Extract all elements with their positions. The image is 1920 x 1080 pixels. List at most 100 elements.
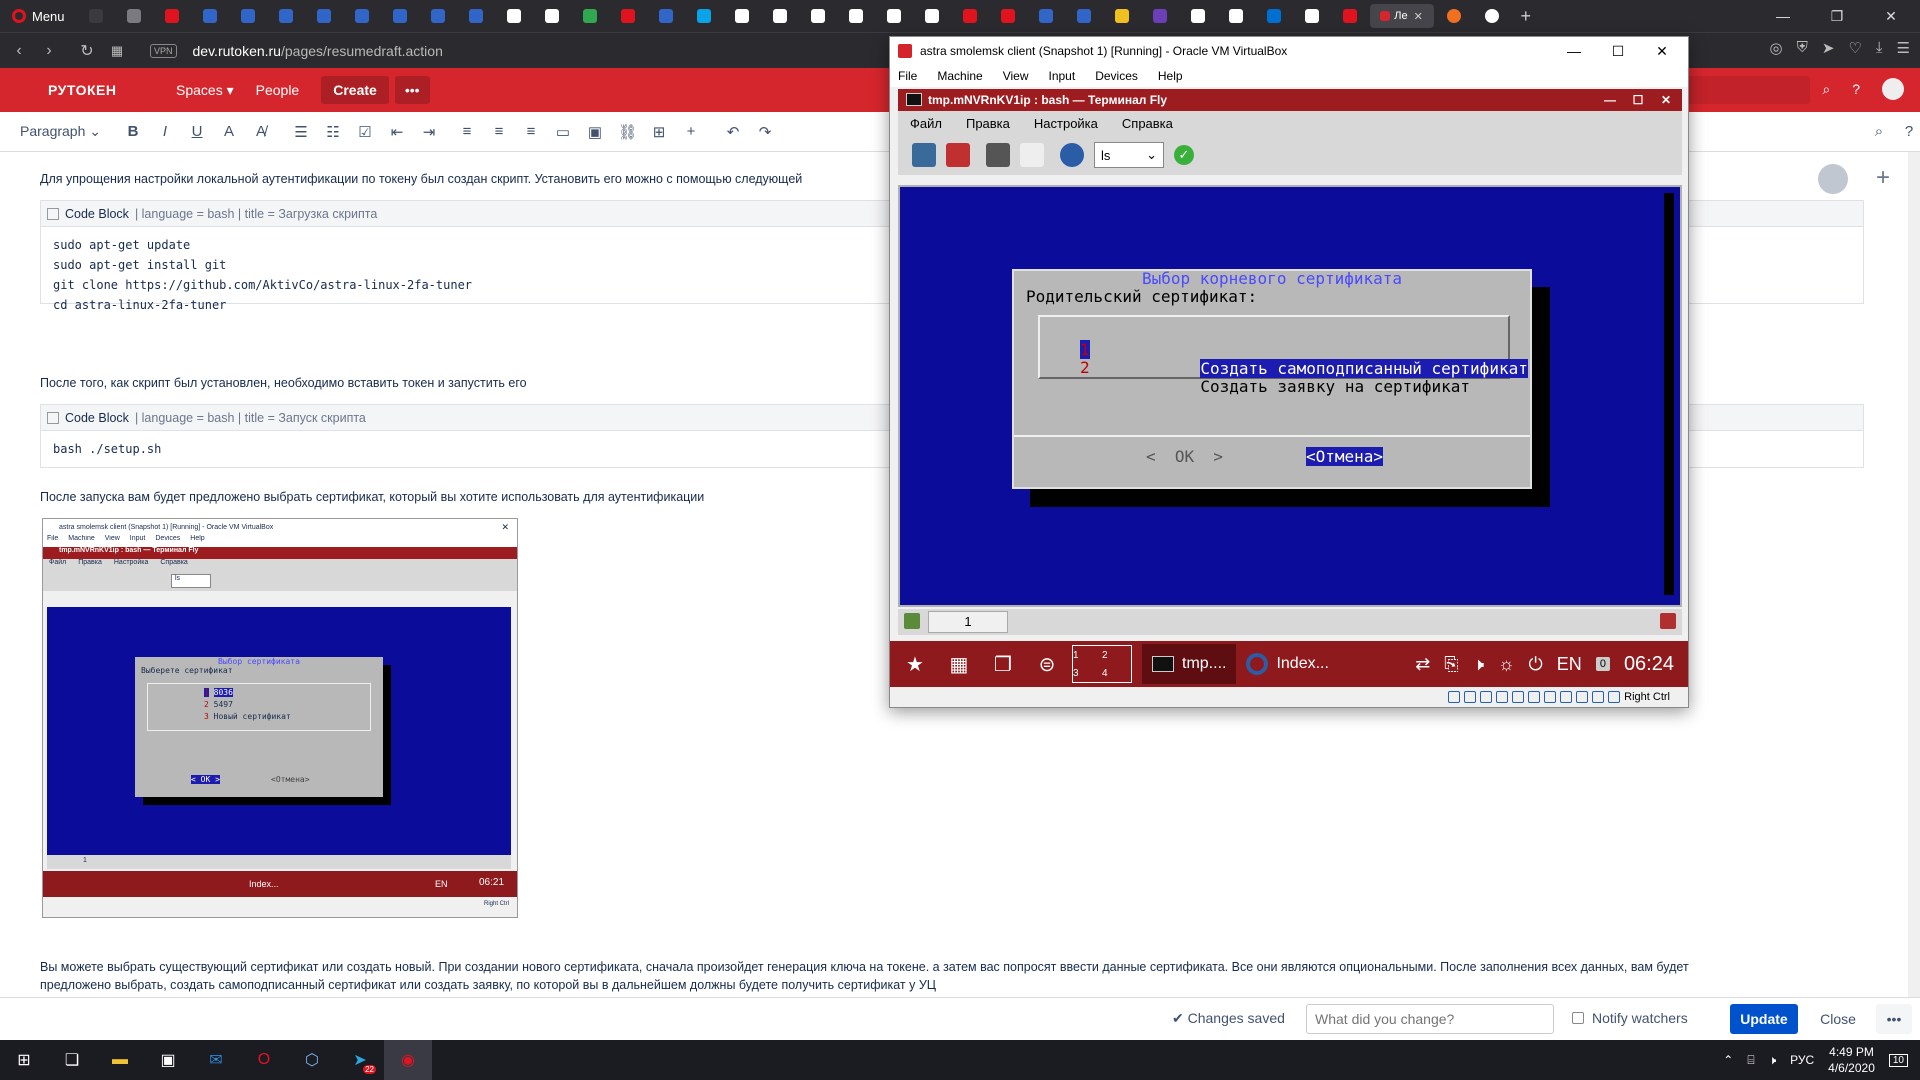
send-icon[interactable]: ➤ bbox=[1822, 39, 1835, 57]
add-collaborator-icon[interactable]: + bbox=[1876, 164, 1890, 192]
terminal-scrollbar[interactable] bbox=[1664, 193, 1674, 595]
browser-tab[interactable] bbox=[838, 4, 874, 28]
vbox-menu-file[interactable]: File bbox=[898, 69, 917, 83]
cpu-icon[interactable] bbox=[1576, 691, 1589, 703]
browser-tab[interactable] bbox=[496, 4, 532, 28]
search-icon[interactable]: ⌕ bbox=[1822, 81, 1830, 98]
dialog-cancel-button[interactable]: <Отмена> bbox=[1306, 447, 1384, 466]
keyboard-capture-icon[interactable] bbox=[1608, 691, 1621, 703]
spaces-menu[interactable]: Spaces ▾ bbox=[176, 82, 234, 99]
optical-drive-icon[interactable] bbox=[1464, 691, 1477, 703]
apps-grid-icon[interactable]: ▦ bbox=[940, 645, 978, 683]
vbox-close-button[interactable]: ✕ bbox=[1640, 37, 1684, 65]
vbox-menu-machine[interactable]: Machine bbox=[937, 69, 982, 83]
desktop-pager[interactable]: 1 2 3 4 bbox=[1072, 645, 1132, 683]
guest-clock[interactable]: 06:24 bbox=[1624, 653, 1674, 676]
vbox-menu-devices[interactable]: Devices bbox=[1095, 69, 1138, 83]
store-icon[interactable]: ▣ bbox=[144, 1040, 192, 1080]
forward-icon[interactable]: › bbox=[34, 42, 64, 60]
task-view-icon[interactable]: ❏ bbox=[48, 1040, 96, 1080]
browser-tab[interactable] bbox=[876, 4, 912, 28]
browser-tab[interactable] bbox=[1294, 4, 1330, 28]
user-avatar[interactable] bbox=[1882, 78, 1904, 100]
more-button[interactable]: ••• bbox=[394, 76, 430, 104]
speed-dial-icon[interactable]: ▦ bbox=[102, 43, 132, 59]
browser-tab[interactable] bbox=[1218, 4, 1254, 28]
update-button[interactable]: Update bbox=[1730, 1004, 1798, 1034]
tab-extra-1[interactable] bbox=[1436, 4, 1472, 28]
embedded-screenshot[interactable]: astra smolemsk client (Snapshot 1) [Runn… bbox=[42, 518, 518, 918]
audio-icon[interactable] bbox=[1480, 691, 1493, 703]
change-comment-input[interactable] bbox=[1306, 1004, 1554, 1034]
page-scrollbar[interactable] bbox=[1908, 152, 1920, 997]
fly-menu-file[interactable]: Файл bbox=[910, 116, 942, 131]
browser-tab[interactable] bbox=[116, 4, 152, 28]
browser-tab[interactable] bbox=[724, 4, 760, 28]
terminal-tab-number[interactable]: 1 bbox=[928, 611, 1008, 633]
desktop-3[interactable]: 3 bbox=[1073, 668, 1102, 679]
indent-icon[interactable]: ⇥ bbox=[420, 123, 438, 141]
insert-more-icon[interactable]: + bbox=[682, 123, 700, 140]
disk-icon[interactable]: ⊜ bbox=[1028, 645, 1066, 683]
clipboard-icon[interactable]: ⎘ bbox=[1444, 654, 1458, 675]
vbox-maximize-button[interactable]: ☐ bbox=[1596, 37, 1640, 65]
browser-tab[interactable] bbox=[762, 4, 798, 28]
browser-tab[interactable] bbox=[648, 4, 684, 28]
undo-icon[interactable]: ↶ bbox=[724, 123, 742, 141]
heart-icon[interactable]: ♡ bbox=[1848, 39, 1861, 57]
outdent-icon[interactable]: ⇤ bbox=[388, 123, 406, 141]
browser-tab[interactable] bbox=[230, 4, 266, 28]
rutoken-logo[interactable]: РУТОКЕН bbox=[48, 82, 176, 98]
vpn-badge[interactable]: VPN bbox=[150, 43, 177, 58]
browser-tab[interactable] bbox=[572, 4, 608, 28]
browser-tab[interactable] bbox=[78, 4, 114, 28]
opera-icon[interactable]: O bbox=[240, 1040, 288, 1080]
taskbar-terminal-item[interactable]: tmp.... bbox=[1142, 644, 1237, 684]
power-icon[interactable]: ⏻ bbox=[1529, 654, 1543, 675]
certificate-dialog[interactable]: Выбор корневого сертификата Родительский… bbox=[1012, 269, 1532, 489]
bold-icon[interactable]: B bbox=[124, 123, 142, 140]
fly-close-button[interactable]: ✕ bbox=[1652, 89, 1680, 111]
collaborator-avatar[interactable] bbox=[1818, 164, 1848, 194]
help-icon[interactable]: ? bbox=[1852, 81, 1860, 97]
text-color-icon[interactable]: A bbox=[220, 123, 238, 140]
browser-tab[interactable] bbox=[1332, 4, 1368, 28]
easy-setup-icon[interactable]: ☰ bbox=[1897, 39, 1910, 57]
copy-icon[interactable] bbox=[986, 143, 1010, 167]
telegram-icon[interactable]: ➤ 22 bbox=[336, 1040, 384, 1080]
network-icon[interactable]: ⇄ bbox=[1415, 654, 1430, 675]
browser-tab[interactable] bbox=[952, 4, 988, 28]
check-icon[interactable]: ✓ bbox=[1174, 145, 1194, 165]
align-right-icon[interactable]: ≡ bbox=[522, 123, 540, 140]
paragraph-style-select[interactable]: Paragraph ⌄ bbox=[20, 123, 110, 140]
tab-active[interactable]: Ле ✕ bbox=[1369, 4, 1434, 28]
browser-tab[interactable] bbox=[192, 4, 228, 28]
fly-menu-help[interactable]: Справка bbox=[1122, 116, 1173, 131]
network-adapter-icon[interactable] bbox=[1496, 691, 1509, 703]
usb-icon[interactable] bbox=[1512, 691, 1525, 703]
url-field[interactable]: dev.rutoken.ru/pages/resumedraft.action bbox=[193, 43, 443, 59]
clear-format-icon[interactable]: A̸ bbox=[252, 123, 270, 140]
windows-start-icon[interactable]: ⊞ bbox=[0, 1040, 48, 1080]
vbox-menu-help[interactable]: Help bbox=[1158, 69, 1183, 83]
vbox-menu-view[interactable]: View bbox=[1003, 69, 1029, 83]
browser-tab[interactable] bbox=[154, 4, 190, 28]
windows-icon[interactable]: ❐ bbox=[984, 645, 1022, 683]
paste-icon[interactable] bbox=[1020, 143, 1044, 167]
virtualbox-window[interactable]: astra smolemsk client (Snapshot 1) [Runn… bbox=[889, 36, 1689, 708]
clock[interactable]: 4:49 PM 4/6/2020 bbox=[1828, 1044, 1875, 1076]
insert-link-icon[interactable]: ⛓ bbox=[618, 123, 637, 141]
reload-icon[interactable]: ↻ bbox=[72, 41, 102, 61]
browser-tab[interactable] bbox=[382, 4, 418, 28]
notify-watchers-checkbox[interactable]: Notify watchers bbox=[1572, 1010, 1688, 1026]
new-tab-button[interactable]: + bbox=[1511, 6, 1542, 27]
browser-tab[interactable] bbox=[1104, 4, 1140, 28]
tab-close-icon[interactable]: ✕ bbox=[1414, 10, 1423, 23]
italic-icon[interactable]: I bbox=[156, 123, 174, 140]
volume-icon[interactable]: 🕨 bbox=[1473, 654, 1484, 675]
option-create-request[interactable]: 2 Создать заявку на сертификат bbox=[1080, 339, 1470, 415]
taskbar-index-item[interactable]: Index... bbox=[1246, 653, 1329, 675]
browser-tab[interactable] bbox=[268, 4, 304, 28]
notifications-icon[interactable]: 10 bbox=[1888, 1053, 1908, 1067]
browser-tab[interactable] bbox=[800, 4, 836, 28]
